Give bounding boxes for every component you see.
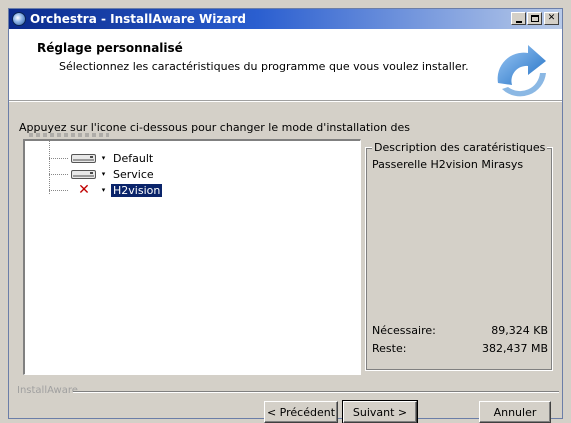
feature-label[interactable]: Service	[111, 168, 156, 181]
tree-branch	[49, 158, 69, 159]
cancel-button[interactable]: Annuler	[479, 401, 551, 423]
page-title: Réglage personnalisé	[37, 41, 183, 55]
instruction-overflow-line	[29, 133, 109, 137]
remaining-value: 382,437 MB	[481, 342, 548, 355]
chevron-down-icon[interactable]: ▾	[99, 185, 108, 196]
remaining-label: Reste:	[372, 342, 407, 355]
feature-tree[interactable]: ▾ Default ▾ Service ✕ ▾ H2vision	[23, 139, 361, 375]
description-legend: Description des caratéristiques	[372, 141, 548, 154]
tree-item-service[interactable]: ▾ Service	[49, 167, 349, 182]
tree-item-default[interactable]: ▾ Default	[49, 151, 349, 166]
wizard-header: Réglage personnalisé Sélectionnez les ca…	[9, 29, 562, 101]
required-value: 89,324 KB	[491, 324, 548, 337]
app-icon	[12, 12, 26, 26]
maximize-button[interactable]	[527, 12, 542, 25]
installer-window: Orchestra - InstallAware Wizard ✕ Réglag…	[8, 8, 563, 423]
title-bar[interactable]: Orchestra - InstallAware Wizard ✕	[9, 9, 562, 29]
minimize-button[interactable]	[511, 12, 526, 25]
minimize-icon	[516, 21, 522, 23]
maximize-icon	[531, 15, 539, 22]
tree-branch	[49, 190, 69, 191]
chevron-down-icon[interactable]: ▾	[99, 153, 108, 164]
remaining-space-row: Reste: 382,437 MB	[372, 342, 548, 356]
close-button[interactable]: ✕	[544, 12, 559, 25]
header-divider	[9, 101, 562, 102]
description-text: Passerelle H2vision Mirasys	[372, 158, 524, 171]
brand-label: InstallAware	[17, 385, 78, 396]
chevron-down-icon[interactable]: ▾	[99, 169, 108, 180]
tree-branch	[49, 174, 69, 175]
drive-icon[interactable]	[71, 153, 97, 164]
required-label: Nécessaire:	[372, 324, 436, 337]
feature-label[interactable]: Default	[111, 152, 155, 165]
red-x-icon[interactable]: ✕	[75, 183, 93, 198]
feature-label[interactable]: H2vision	[111, 184, 163, 197]
page-subtitle: Sélectionnez les caractéristiques du pro…	[59, 60, 469, 73]
drive-icon[interactable]	[71, 169, 97, 180]
next-button[interactable]: Suivant >	[342, 400, 418, 423]
installaware-logo-icon	[497, 45, 546, 97]
feature-description-group: Description des caratéristiques Passerel…	[365, 141, 553, 371]
window-title: Orchestra - InstallAware Wizard	[30, 12, 246, 26]
back-button[interactable]: < Précédent	[264, 401, 338, 423]
tree-item-h2vision[interactable]: ✕ ▾ H2vision	[49, 183, 349, 198]
required-space-row: Nécessaire: 89,324 KB	[372, 324, 548, 338]
footer-divider	[73, 391, 559, 393]
